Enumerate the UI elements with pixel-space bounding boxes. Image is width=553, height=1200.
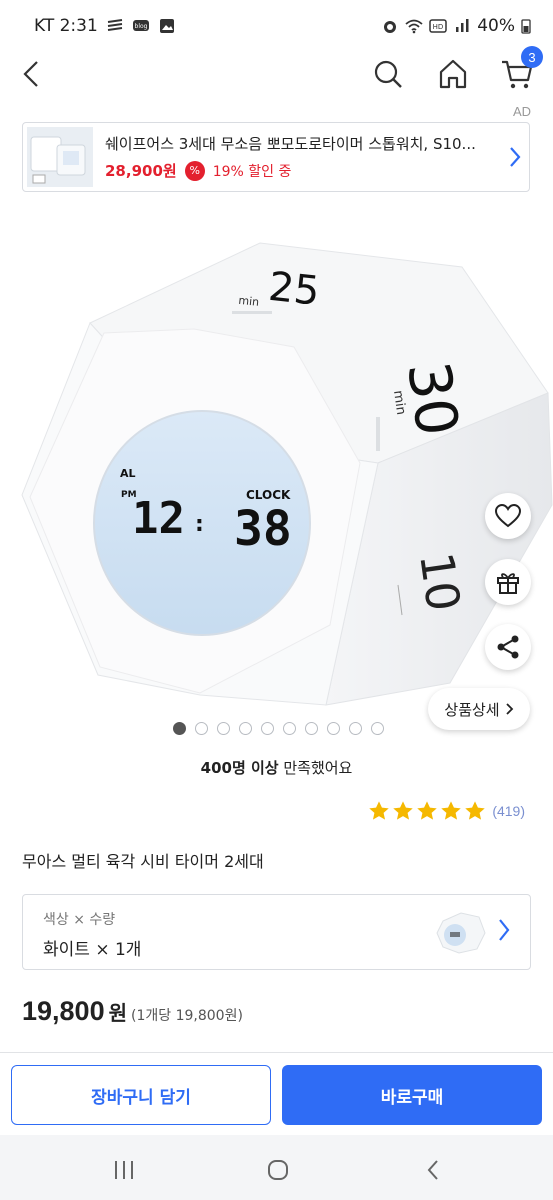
buy-now-button[interactable]: 바로구매 xyxy=(282,1065,542,1125)
gallery-dot[interactable] xyxy=(327,722,340,735)
product-title: 무아스 멀티 육각 시비 타이머 2세대 xyxy=(22,852,264,871)
top-navigation: 3 xyxy=(0,46,553,96)
price-per-unit: (1개당 19,800원) xyxy=(131,1008,243,1024)
lcd-hour: 12 xyxy=(132,493,185,544)
ad-price: 28,900원 xyxy=(105,162,177,180)
gallery-dot[interactable] xyxy=(305,722,318,735)
gallery-dot[interactable] xyxy=(217,722,230,735)
battery-text: 40% xyxy=(477,16,515,36)
gallery-dot[interactable] xyxy=(283,722,296,735)
face-top-unit: min xyxy=(238,294,260,309)
recents-icon xyxy=(115,1161,133,1179)
lcd-clock: CLOCK xyxy=(246,488,291,502)
face-top-number: 25 xyxy=(266,264,321,315)
review-count[interactable]: (419) xyxy=(492,803,525,819)
gift-icon xyxy=(497,573,519,594)
search-icon xyxy=(374,60,402,88)
wifi-icon xyxy=(405,19,423,34)
option-value: 화이트 × 1개 xyxy=(43,940,142,960)
option-label: 색상 × 수량 xyxy=(43,912,116,928)
add-to-cart-button[interactable]: 장바구니 담기 xyxy=(11,1065,271,1125)
satisfaction-count: 400명 이상 xyxy=(200,759,279,777)
satisfaction-rest: 만족했어요 xyxy=(278,759,353,777)
hd-icon: HD xyxy=(429,19,447,33)
svg-text:HD: HD xyxy=(433,23,444,31)
carrier-time: KT 2:31 xyxy=(34,16,98,36)
price-amount: 19,800 xyxy=(22,996,105,1026)
ad-label: AD xyxy=(512,104,531,119)
cart-count-badge: 3 xyxy=(521,46,543,68)
gallery-dot[interactable] xyxy=(261,722,274,735)
star-icon xyxy=(465,801,486,820)
back-button[interactable] xyxy=(12,54,52,94)
share-icon xyxy=(497,635,519,659)
system-navigation-bar xyxy=(0,1135,553,1200)
cart-button[interactable]: 3 xyxy=(497,46,543,94)
lcd-separator: : xyxy=(195,512,204,537)
star-icon xyxy=(441,801,462,820)
battery-icon xyxy=(521,19,531,34)
status-bar: KT 2:31 blog HD 40% xyxy=(0,0,553,52)
star-icon xyxy=(369,801,390,820)
blog-icon: blog xyxy=(132,20,149,31)
image-icon xyxy=(159,19,174,33)
rating[interactable]: (419) xyxy=(368,800,525,822)
ad-chevron-icon xyxy=(501,137,529,177)
alarm-icon xyxy=(384,21,397,33)
discount-percent-icon: % xyxy=(184,160,205,181)
product-detail-label: 상품상세 xyxy=(444,700,500,719)
stack-icon xyxy=(107,19,122,31)
lcd-al: AL xyxy=(120,467,136,480)
chevron-right-icon xyxy=(505,703,513,715)
system-home-button[interactable] xyxy=(263,1155,293,1185)
back-chevron-icon xyxy=(427,1160,438,1180)
lcd-minute: 38 xyxy=(234,501,292,557)
ad-thumbnail xyxy=(27,127,93,187)
svg-text:blog: blog xyxy=(134,23,147,30)
gallery-dot[interactable] xyxy=(349,722,362,735)
home-circle-icon xyxy=(268,1160,288,1180)
recents-button[interactable] xyxy=(109,1155,139,1185)
gallery-pagination xyxy=(173,722,384,735)
price-row: 19,800 원 (1개당 19,800원) xyxy=(22,996,243,1027)
price-unit: 원 xyxy=(108,1001,127,1025)
ad-discount: 19% 할인 중 xyxy=(212,163,292,180)
wishlist-button[interactable] xyxy=(485,493,531,539)
product-detail-button[interactable]: 상품상세 xyxy=(428,688,530,730)
satisfaction-text: 400명 이상 만족했어요 xyxy=(0,757,553,778)
ad-title: 쉐이프어스 3세대 무소음 뽀모도로타이머 스톱워치, S10... xyxy=(105,135,476,153)
product-image[interactable]: AL PM CLOCK 12 : 38 25 min 30 min 10 xyxy=(0,205,553,715)
gallery-dot[interactable] xyxy=(371,722,384,735)
back-arrow-icon xyxy=(23,61,38,87)
gift-button[interactable] xyxy=(485,559,531,605)
hexagon-timer-illustration: AL PM CLOCK 12 : 38 25 min 30 min 10 xyxy=(21,242,553,706)
divider xyxy=(0,1052,553,1053)
ad-banner[interactable]: 쉐이프어스 3세대 무소음 뽀모도로타이머 스톱워치, S10... 28,90… xyxy=(22,122,530,192)
face-side-number: 10 xyxy=(409,549,471,614)
star-icon xyxy=(393,801,414,820)
option-thumbnail xyxy=(436,912,486,954)
option-chevron-icon xyxy=(499,919,510,941)
share-button[interactable] xyxy=(485,624,531,670)
gallery-dot[interactable] xyxy=(173,722,186,735)
home-icon xyxy=(439,59,467,89)
option-selector[interactable]: 색상 × 수량 화이트 × 1개 xyxy=(22,894,531,970)
system-back-button[interactable] xyxy=(418,1155,448,1185)
search-button[interactable] xyxy=(368,54,408,94)
home-button[interactable] xyxy=(433,54,473,94)
gallery-dot[interactable] xyxy=(239,722,252,735)
star-icon xyxy=(417,801,438,820)
signal-icon xyxy=(456,19,469,32)
heart-icon xyxy=(495,504,521,528)
gallery-dot[interactable] xyxy=(195,722,208,735)
